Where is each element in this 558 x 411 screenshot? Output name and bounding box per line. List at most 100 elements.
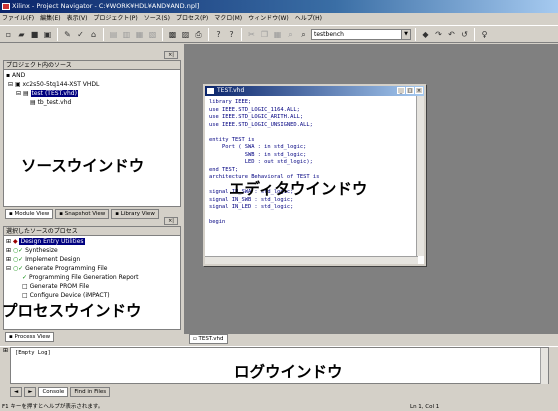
layout-icon[interactable]: ▨	[180, 29, 191, 40]
tab-library-view[interactable]: ▪ Library View	[111, 209, 159, 219]
prev-bookmark-icon[interactable]: ↶	[446, 29, 457, 40]
log-window-label: ログウインドウ	[234, 363, 343, 381]
process-item[interactable]: ⊟ ○✓ Generate Programming File	[6, 264, 178, 273]
editor-vertical-scrollbar[interactable]	[416, 96, 424, 256]
sources-close-button[interactable]: ×|	[164, 51, 178, 59]
tree-item-project[interactable]: ▪ AND	[6, 71, 178, 80]
help-icon[interactable]: ?	[226, 29, 237, 40]
snapshot-icon: ▪	[59, 211, 64, 217]
process-item[interactable]: ⊞ ○✓ Implement Design	[6, 255, 178, 264]
tree-item-testbench[interactable]: ▤ tb_test.vhd	[6, 98, 178, 107]
menu-project[interactable]: プロジェクト(P)	[93, 13, 137, 24]
collapse-icon[interactable]: ⊟	[6, 265, 13, 272]
check-icon[interactable]: ✓	[75, 29, 86, 40]
process-item[interactable]: ⊞ ○✓ Synthesize	[6, 246, 178, 255]
sources-tree: ▪ AND ⊟ ▣ xc2s50-5tq144-XST VHDL ⊟ ▤ tes…	[4, 70, 180, 108]
clear-bookmarks-icon[interactable]: ↺	[459, 29, 470, 40]
window-split-icon[interactable]: ▧	[147, 29, 158, 40]
log-panel: [Empty Log] ログウインドウ	[10, 347, 549, 384]
search-combo[interactable]: testbench ▼	[311, 28, 411, 40]
print-icon[interactable]: ⎙	[193, 29, 204, 40]
new-file-icon[interactable]: ▫	[3, 29, 14, 40]
log-pin-icon[interactable]: ⊞	[3, 347, 9, 355]
toolbar-separator	[208, 27, 209, 41]
process-item[interactable]: □ Generate PROM File	[6, 282, 178, 291]
window-tile-icon[interactable]: ▥	[121, 29, 132, 40]
scroll-left-icon[interactable]: ◄	[10, 387, 23, 397]
editor-tabs: ▫ TEST.vhd	[189, 333, 228, 345]
bookmark-icon[interactable]: ◆	[420, 29, 431, 40]
paste-icon[interactable]: ▦	[272, 29, 283, 40]
find-icon[interactable]: ⌕	[285, 29, 296, 40]
test-icon[interactable]: ⌂	[88, 29, 99, 40]
process-item[interactable]: ✓ Programming File Generation Report	[6, 273, 178, 282]
library-icon: ▪	[115, 211, 120, 217]
processes-view-tabs: ▪ Process View	[5, 331, 55, 343]
menu-view[interactable]: 表示(V)	[67, 13, 88, 24]
next-bookmark-icon[interactable]: ↷	[433, 29, 444, 40]
editor-horizontal-scrollbar[interactable]	[205, 256, 418, 264]
context-help-icon[interactable]: ?	[213, 29, 224, 40]
menu-process[interactable]: プロセス(P)	[176, 13, 208, 24]
tree-item-test[interactable]: ⊟ ▤ test (TEST.vhd)	[6, 89, 178, 98]
close-icon[interactable]: ×	[415, 87, 423, 94]
process-icon: ▪	[9, 334, 13, 340]
maximize-icon[interactable]: □	[406, 87, 414, 94]
tree-item-device[interactable]: ⊟ ▣ xc2s50-5tq144-XST VHDL	[6, 80, 178, 89]
save-all-icon[interactable]: ▣	[42, 29, 53, 40]
toolbar-separator	[57, 27, 58, 41]
collapse-icon[interactable]: ⊟	[8, 81, 15, 88]
cut-icon[interactable]: ✂	[246, 29, 257, 40]
process-item[interactable]: ⊞ ◆ Design Entry Utilities	[6, 237, 178, 246]
menu-source[interactable]: ソース(S)	[144, 13, 170, 24]
processes-tree: ⊞ ◆ Design Entry Utilities ⊞ ○✓ Synthesi…	[4, 236, 180, 301]
tab-process-view[interactable]: ▪ Process View	[5, 332, 55, 342]
processes-close-button[interactable]: ×|	[164, 217, 178, 225]
open-folder-icon[interactable]: ▰	[16, 29, 27, 40]
menu-macro[interactable]: マクロ(M)	[214, 13, 242, 24]
menu-edit[interactable]: 編集(E)	[40, 13, 60, 24]
report-icon: ✓	[22, 274, 29, 281]
search-combo-value: testbench	[314, 30, 344, 38]
find-in-files-icon[interactable]: ⌕	[298, 29, 309, 40]
minimize-icon[interactable]: _	[397, 87, 405, 94]
processes-panel-title: 選択したソースのプロセス	[4, 227, 180, 236]
log-tabs: ◄ ► Console Find in Files	[10, 386, 111, 398]
expand-icon[interactable]: ⊞	[6, 256, 13, 263]
scroll-right-icon[interactable]: ►	[24, 387, 37, 397]
impact-icon: □	[22, 292, 30, 299]
code-editor[interactable]: library IEEE; use IEEE.STD_LOGIC_1164.AL…	[205, 96, 424, 230]
chevron-down-icon[interactable]: ▼	[401, 29, 410, 39]
process-ok-icon: ○✓	[12, 256, 26, 263]
window-title-bar: Xilinx - Project Navigator - C:¥WORK¥HDL…	[0, 0, 558, 13]
menu-window[interactable]: ウィンドウ(W)	[248, 13, 289, 24]
tab-find-in-files[interactable]: Find in Files	[70, 387, 111, 397]
window-arrange-icon[interactable]: ▦	[134, 29, 145, 40]
menu-bar: ファイル(F) 編集(E) 表示(V) プロジェクト(P) ソース(S) プロセ…	[0, 13, 558, 24]
process-ok-icon: ○✓	[12, 265, 26, 272]
workspace-icon[interactable]: ▩	[167, 29, 178, 40]
log-vertical-scrollbar[interactable]	[540, 348, 548, 384]
module-icon: ▪	[9, 211, 13, 217]
left-pane-frame	[0, 44, 182, 46]
save-icon[interactable]: ■	[29, 29, 40, 40]
toolbar: ▫ ▰ ■ ▣ ✎ ✓ ⌂ ▤ ▥ ▦ ▧ ▩ ▨ ⎙ ? ? ✂ ❐ ▦ ⌕ …	[0, 25, 558, 43]
testbench-file-icon: ▤	[30, 99, 38, 106]
tab-snapshot-view[interactable]: ▪ Snapshot View	[55, 209, 110, 219]
menu-file[interactable]: ファイル(F)	[2, 13, 34, 24]
tab-module-view[interactable]: ▪ Module View	[5, 209, 54, 219]
tab-console[interactable]: Console	[38, 387, 69, 397]
tab-test-vhd[interactable]: ▫ TEST.vhd	[189, 334, 228, 344]
file-icon	[207, 88, 214, 94]
expand-icon[interactable]: ⊞	[6, 238, 13, 245]
properties-icon[interactable]: ✎	[62, 29, 73, 40]
window-cascade-icon[interactable]: ▤	[108, 29, 119, 40]
process-window-label: プロセスウインドウ	[2, 302, 142, 320]
collapse-icon[interactable]: ⊟	[16, 90, 23, 97]
toolbar-separator	[415, 27, 416, 41]
goto-icon[interactable]: ♀	[479, 29, 490, 40]
status-bar: F1 キーを押すとヘルプが表示されます。 Ln 1, Col 1	[0, 403, 558, 411]
copy-icon[interactable]: ❐	[259, 29, 270, 40]
menu-help[interactable]: ヘルプ(H)	[295, 13, 322, 24]
expand-icon[interactable]: ⊞	[6, 247, 13, 254]
